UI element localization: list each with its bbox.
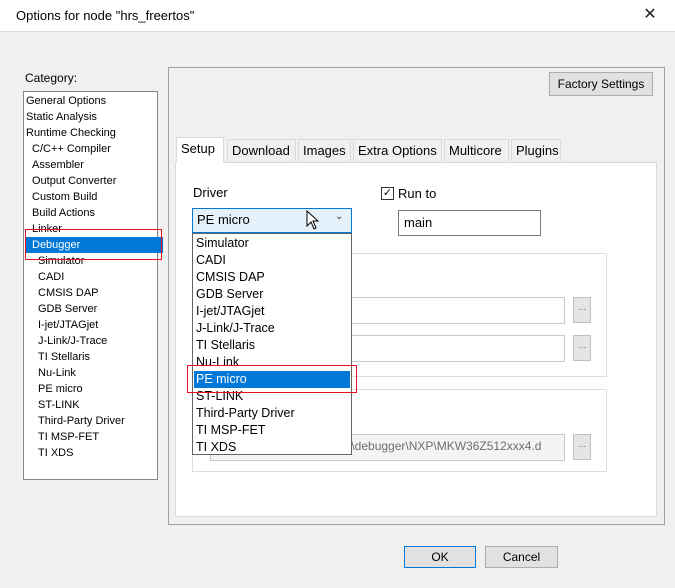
- category-item[interactable]: I-jet/JTAGjet: [38, 317, 98, 333]
- driver-option[interactable]: J-Link/J-Trace: [194, 320, 350, 337]
- browse-button-1[interactable]: ...: [573, 297, 591, 323]
- driver-dropdown-list[interactable]: Simulator CADI CMSIS DAP GDB Server I-jet/JT…: [192, 233, 352, 455]
- tab-plugins[interactable]: Plugins: [511, 139, 561, 161]
- category-item[interactable]: Nu-Link: [38, 365, 76, 381]
- tab-extra-options[interactable]: Extra Options: [353, 139, 442, 161]
- window-title: Options for node "hrs_freertos": [16, 8, 195, 23]
- category-item[interactable]: C/C++ Compiler: [32, 141, 111, 157]
- annotation-highlight-debugger: [25, 229, 162, 260]
- tab-download[interactable]: Download: [227, 139, 296, 161]
- ok-button[interactable]: OK: [404, 546, 476, 568]
- browse-button-2[interactable]: ...: [573, 335, 591, 361]
- driver-option[interactable]: GDB Server: [194, 286, 350, 303]
- driver-option[interactable]: CMSIS DAP: [194, 269, 350, 286]
- category-item[interactable]: General Options: [26, 93, 106, 109]
- mouse-pointer-icon: [306, 210, 320, 230]
- chevron-down-icon[interactable]: ⌄: [335, 211, 343, 222]
- macro-file-field-2[interactable]: [350, 335, 565, 362]
- close-icon[interactable]: ✕: [636, 4, 664, 26]
- title-bar: Options for node "hrs_freertos" ✕: [0, 0, 675, 31]
- driver-option[interactable]: TI Stellaris: [194, 337, 350, 354]
- category-list[interactable]: General Options Static Analysis Runtime Ch…: [23, 91, 163, 480]
- factory-settings-button[interactable]: Factory Settings: [549, 72, 653, 96]
- category-item[interactable]: GDB Server: [38, 301, 97, 317]
- macro-file-field-1[interactable]: [350, 297, 565, 324]
- driver-option[interactable]: Third-Party Driver: [194, 405, 350, 422]
- driver-select-value: PE micro: [197, 212, 250, 227]
- category-item[interactable]: PE micro: [38, 381, 83, 397]
- tab-images[interactable]: Images: [298, 139, 351, 161]
- tab-multicore[interactable]: Multicore: [444, 139, 509, 161]
- title-divider: [0, 31, 675, 32]
- driver-option[interactable]: TI XDS: [194, 439, 350, 456]
- category-item[interactable]: Assembler: [32, 157, 84, 173]
- cancel-button[interactable]: Cancel: [485, 546, 558, 568]
- driver-option[interactable]: I-jet/JTAGjet: [194, 303, 350, 320]
- category-item[interactable]: TI XDS: [38, 445, 73, 461]
- category-item[interactable]: Static Analysis: [26, 109, 97, 125]
- category-item[interactable]: Runtime Checking: [26, 125, 116, 141]
- category-item[interactable]: TI MSP-FET: [38, 429, 99, 445]
- category-label: Category:: [25, 71, 78, 85]
- driver-option[interactable]: Simulator: [194, 235, 350, 252]
- annotation-highlight-pe-micro: [187, 365, 357, 393]
- driver-option[interactable]: TI MSP-FET: [194, 422, 350, 439]
- category-item[interactable]: Output Converter: [32, 173, 116, 189]
- category-item[interactable]: CMSIS DAP: [38, 285, 99, 301]
- category-item[interactable]: J-Link/J-Trace: [38, 333, 107, 349]
- browse-button-3[interactable]: ...: [573, 434, 591, 460]
- device-description-path: G\debugger\NXP\MKW36Z512xxx4.d: [342, 439, 542, 453]
- driver-label: Driver: [193, 185, 228, 200]
- driver-option[interactable]: CADI: [194, 252, 350, 269]
- category-item[interactable]: CADI: [38, 269, 64, 285]
- category-item[interactable]: Build Actions: [32, 205, 95, 221]
- run-to-checkbox[interactable]: ✓: [381, 187, 394, 200]
- category-item[interactable]: ST-LINK: [38, 397, 80, 413]
- run-to-input[interactable]: main: [398, 210, 541, 236]
- options-dialog: Options for node "hrs_freertos" ✕ Catego…: [0, 0, 675, 588]
- run-to-label[interactable]: Run to: [398, 186, 436, 201]
- category-item[interactable]: TI Stellaris: [38, 349, 90, 365]
- category-item[interactable]: Third-Party Driver: [38, 413, 125, 429]
- tab-setup[interactable]: Setup: [176, 137, 224, 163]
- category-item[interactable]: Custom Build: [32, 189, 97, 205]
